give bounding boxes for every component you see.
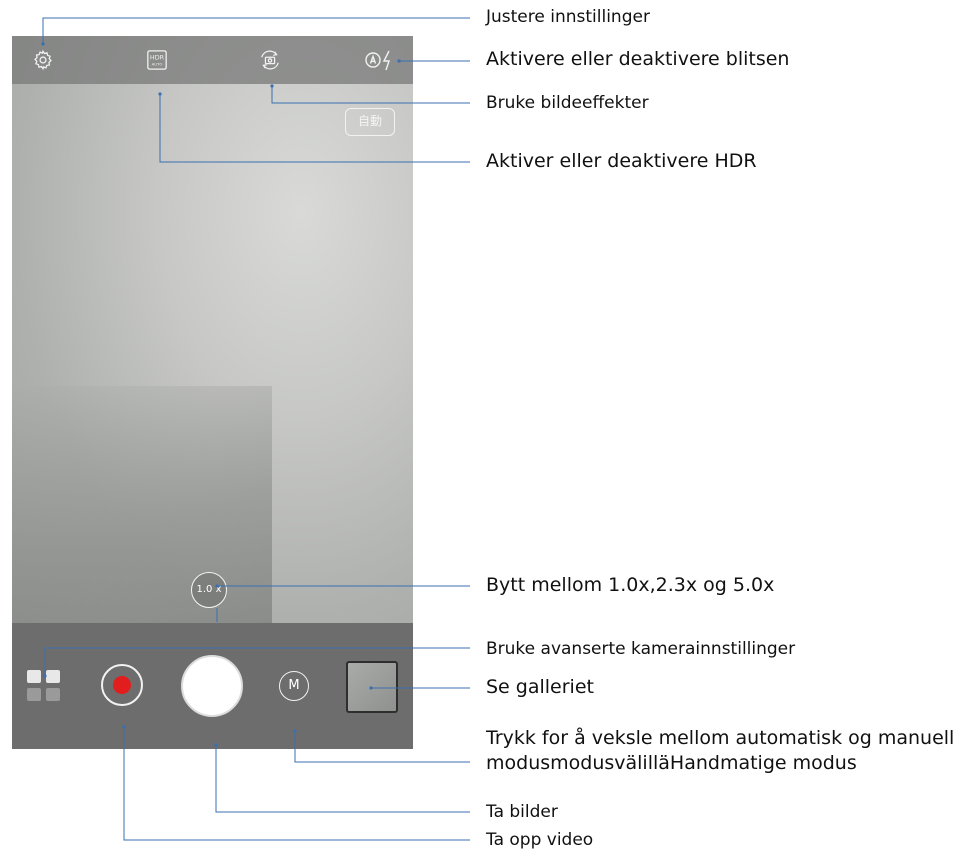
callout-mode-line2: modusmodusvälilläHandmatige modus xyxy=(486,752,857,774)
viewfinder-shade xyxy=(12,386,272,623)
gallery-thumbnail[interactable] xyxy=(346,661,398,713)
zoom-button[interactable]: 1.0 x xyxy=(191,572,227,608)
camera-screen: HDR AUTO 自動 1.0 x M xyxy=(12,36,413,749)
hdr-auto-icon[interactable]: HDR AUTO xyxy=(146,49,168,71)
camera-top-bar: HDR AUTO xyxy=(12,36,413,84)
scene-mode-chip[interactable]: 自動 xyxy=(345,108,395,136)
auto-flash-icon[interactable] xyxy=(364,49,398,71)
record-dot-icon xyxy=(113,676,131,694)
advanced-settings-grid-icon[interactable] xyxy=(27,670,61,702)
hdr-icon-text: HDR xyxy=(150,54,165,62)
gear-icon[interactable] xyxy=(32,49,54,71)
callout-photo: Ta bilder xyxy=(486,802,558,822)
callout-zoom: Bytt mellom 1.0x,2.3x og 5.0x xyxy=(486,574,775,596)
manual-mode-button[interactable]: M xyxy=(279,671,309,701)
hdr-icon-subtext: AUTO xyxy=(152,62,163,67)
callout-settings: Justere innstillinger xyxy=(486,7,650,27)
photo-callout-line xyxy=(215,745,470,813)
callout-hdr: Aktiver eller deaktivere HDR xyxy=(486,150,757,172)
shutter-button[interactable] xyxy=(181,655,243,717)
callout-flash: Aktivere eller deaktivere blitsen xyxy=(486,48,790,70)
callout-gallery: Se galleriet xyxy=(486,676,594,698)
callout-effects: Bruke bildeeffekter xyxy=(486,93,649,113)
callout-advanced: Bruke avanserte kamerainnstillinger xyxy=(486,639,796,659)
camera-bottom-bar: M xyxy=(12,623,413,749)
callout-video: Ta opp video xyxy=(486,830,594,850)
camera-rotate-icon[interactable] xyxy=(257,49,283,71)
callout-mode-line1: Trykk for å veksle mellom automatisk og … xyxy=(486,727,955,749)
record-video-button[interactable] xyxy=(101,664,143,706)
